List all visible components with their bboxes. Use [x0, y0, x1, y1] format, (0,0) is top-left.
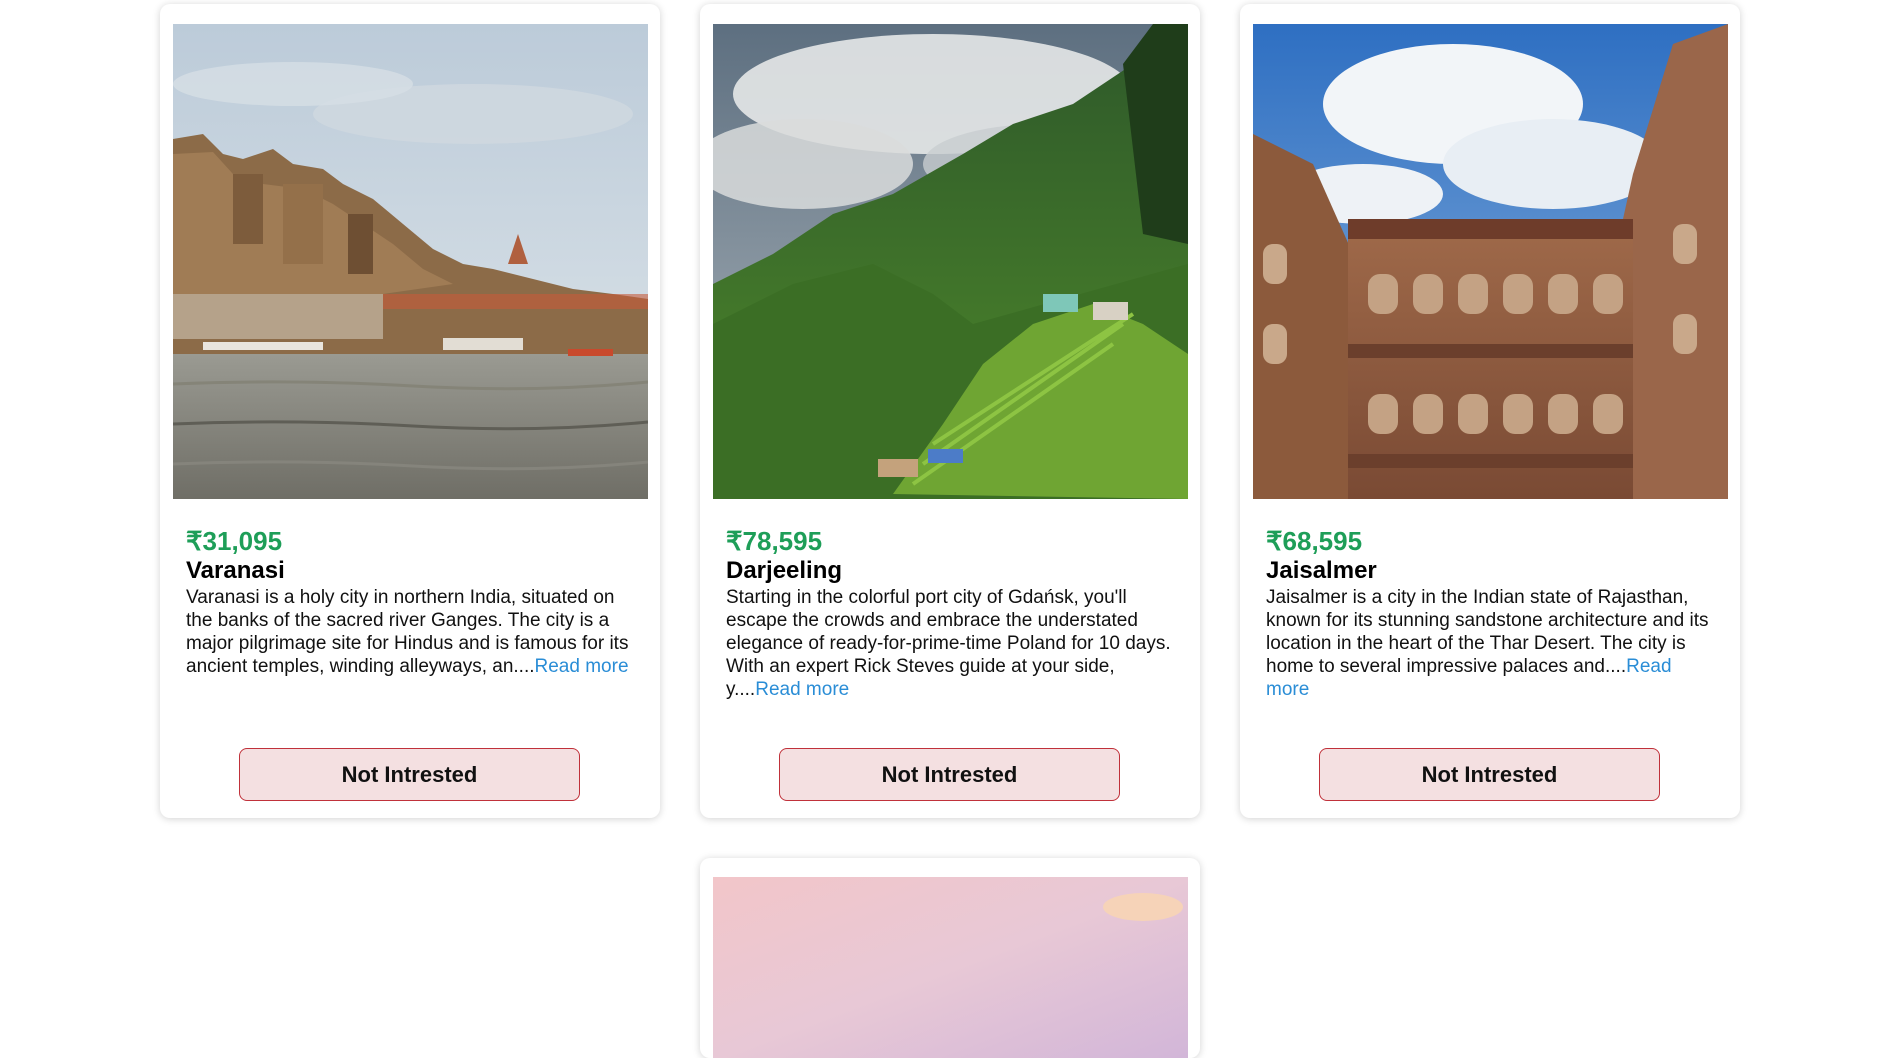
price: ₹68,595	[1266, 526, 1363, 556]
not-interested-button[interactable]: Not Intrested	[239, 748, 580, 801]
destination-card: ₹78,595 Darjeeling Starting in the color…	[700, 4, 1200, 818]
not-interested-button[interactable]: Not Intrested	[779, 748, 1120, 801]
read-more-link[interactable]: Read more	[535, 656, 629, 677]
varanasi-photo	[173, 24, 648, 499]
destination-card: ₹68,595 Jaisalmer Jaisalmer is a city in…	[1240, 4, 1740, 818]
destination-card: ₹31,095 Varanasi Varanasi is a holy city…	[160, 4, 660, 818]
price: ₹78,595	[726, 526, 823, 556]
destination-image	[713, 877, 1188, 1058]
destination-name: Jaisalmer	[1266, 557, 1377, 584]
destination-description: Starting in the colorful port city of Gd…	[726, 586, 1176, 701]
destination-card	[700, 858, 1200, 1058]
read-more-link[interactable]: Read more	[755, 679, 849, 700]
destination-image	[1253, 24, 1728, 499]
destination-image	[173, 24, 648, 499]
destination-grid: ₹31,095 Varanasi Varanasi is a holy city…	[0, 0, 1889, 1058]
destination-name: Darjeeling	[726, 557, 843, 584]
destination-name: Varanasi	[186, 557, 285, 584]
darjeeling-photo	[713, 24, 1188, 499]
not-interested-button[interactable]: Not Intrested	[1319, 748, 1660, 801]
price: ₹31,095	[186, 526, 283, 556]
destination-image	[713, 24, 1188, 499]
destination-description: Jaisalmer is a city in the Indian state …	[1266, 586, 1716, 701]
destination-description: Varanasi is a holy city in northern Indi…	[186, 586, 636, 678]
jaisalmer-photo	[1253, 24, 1728, 499]
sunset-photo	[713, 877, 1188, 1058]
